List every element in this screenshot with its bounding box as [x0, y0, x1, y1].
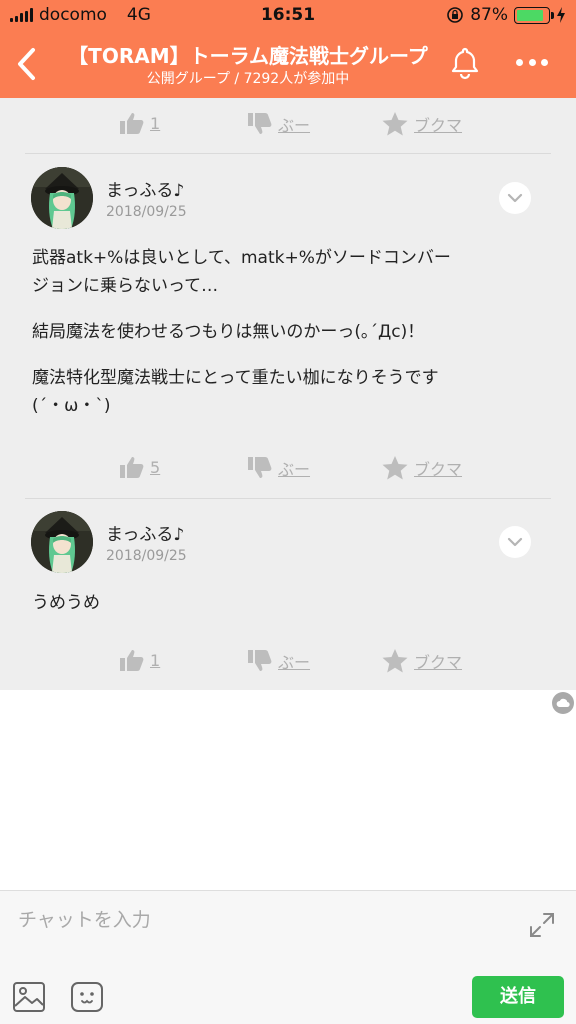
- like-count: 1: [150, 113, 161, 133]
- post-menu-button[interactable]: [499, 526, 531, 558]
- send-button[interactable]: 送信: [472, 976, 564, 1018]
- dislike-label: ぶー: [278, 460, 311, 479]
- like-count: 1: [150, 650, 161, 670]
- post-text: うめうめ: [32, 589, 100, 617]
- battery-percent: 87%: [470, 5, 508, 25]
- like-count: 5: [150, 457, 161, 477]
- like-button[interactable]: 5: [120, 456, 160, 478]
- post-line: 魔法特化型魔法戦士にとって重たい枷になりそうです: [32, 368, 439, 388]
- orientation-lock-icon: [447, 7, 464, 23]
- post-text: 武器atk+%は良いとして、matk+%がソードコンバー ジョンに乗らないって……: [32, 244, 451, 420]
- avatar[interactable]: [31, 167, 93, 229]
- thumbs-down-icon: [248, 650, 272, 671]
- author-name[interactable]: まっふる♪: [106, 520, 184, 545]
- post-line: 武器atk+%は良いとして、matk+%がソードコンバー: [32, 248, 451, 268]
- thumbs-up-icon: [120, 650, 144, 671]
- bookmark-label: ブクマ: [414, 116, 463, 135]
- cloud-icon: [552, 692, 574, 714]
- thumbs-up-icon: [120, 113, 144, 134]
- battery-icon: [514, 6, 554, 24]
- dislike-label: ぶー: [278, 116, 311, 135]
- dislike-button[interactable]: ぶー: [248, 456, 310, 480]
- bookmark-button[interactable]: ブクマ: [382, 649, 462, 673]
- divider: [25, 153, 551, 154]
- post-line: [32, 300, 451, 318]
- author-name[interactable]: まっふる♪: [106, 176, 184, 201]
- group-subtitle: 公開グループ / 7292人が参加中: [146, 71, 350, 87]
- thumbs-up-icon: [120, 457, 144, 478]
- app-header: 【TORAM】トーラム魔法戦士グループ 公開グループ / 7292人が参加中: [0, 30, 576, 98]
- post-actions: 1 ぶー ブクマ: [0, 104, 576, 144]
- post-line: ジョンに乗らないって…: [32, 276, 219, 296]
- divider: [25, 498, 551, 499]
- avatar[interactable]: [31, 511, 93, 573]
- bookmark-label: ブクマ: [414, 653, 463, 672]
- post-date: 2018/09/25: [106, 204, 187, 220]
- post-actions: 5 ぶー ブクマ: [0, 448, 576, 488]
- bookmark-button[interactable]: ブクマ: [382, 112, 462, 136]
- post-date: 2018/09/25: [106, 548, 187, 564]
- chevron-down-icon: [507, 193, 523, 203]
- posts-area: 1 ぶー ブクマ まっふる♪ 2018/09/25 武器atk+%は良いとして、…: [0, 98, 576, 690]
- image-icon[interactable]: [12, 981, 46, 1013]
- thumbs-down-icon: [248, 457, 272, 478]
- back-arrow-icon[interactable]: [12, 44, 42, 84]
- status-right: 87%: [446, 5, 566, 25]
- sticker-icon[interactable]: [70, 981, 104, 1013]
- bookmark-label: ブクマ: [414, 460, 463, 479]
- charging-icon: [557, 7, 565, 23]
- like-button[interactable]: 1: [120, 112, 160, 134]
- star-icon: [382, 456, 408, 480]
- bell-icon[interactable]: [447, 44, 483, 80]
- post-line: 結局魔法を使わせるつもりは無いのかーっ(｡´Дc)！: [32, 322, 425, 342]
- bookmark-button[interactable]: ブクマ: [382, 456, 462, 480]
- post-actions: 1 ぶー ブクマ: [0, 641, 576, 681]
- dislike-label: ぶー: [278, 653, 311, 672]
- group-title: 【TORAM】トーラム魔法戦士グループ: [68, 44, 428, 68]
- chat-input[interactable]: [18, 905, 498, 935]
- dislike-button[interactable]: ぶー: [248, 649, 310, 673]
- like-button[interactable]: 1: [120, 649, 160, 671]
- post-line: [32, 346, 451, 364]
- post-line: (´・ω・`): [32, 396, 111, 416]
- dislike-button[interactable]: ぶー: [248, 112, 310, 136]
- status-bar: docomo 4G 16:51 87%: [0, 0, 576, 30]
- chevron-down-icon: [507, 537, 523, 547]
- star-icon: [382, 112, 408, 136]
- star-icon: [382, 649, 408, 673]
- post-line: うめうめ: [32, 593, 100, 613]
- thumbs-down-icon: [248, 113, 272, 134]
- chat-composer: 送信: [0, 890, 576, 1024]
- more-icon[interactable]: [512, 50, 552, 74]
- expand-icon[interactable]: [527, 910, 557, 940]
- post-menu-button[interactable]: [499, 182, 531, 214]
